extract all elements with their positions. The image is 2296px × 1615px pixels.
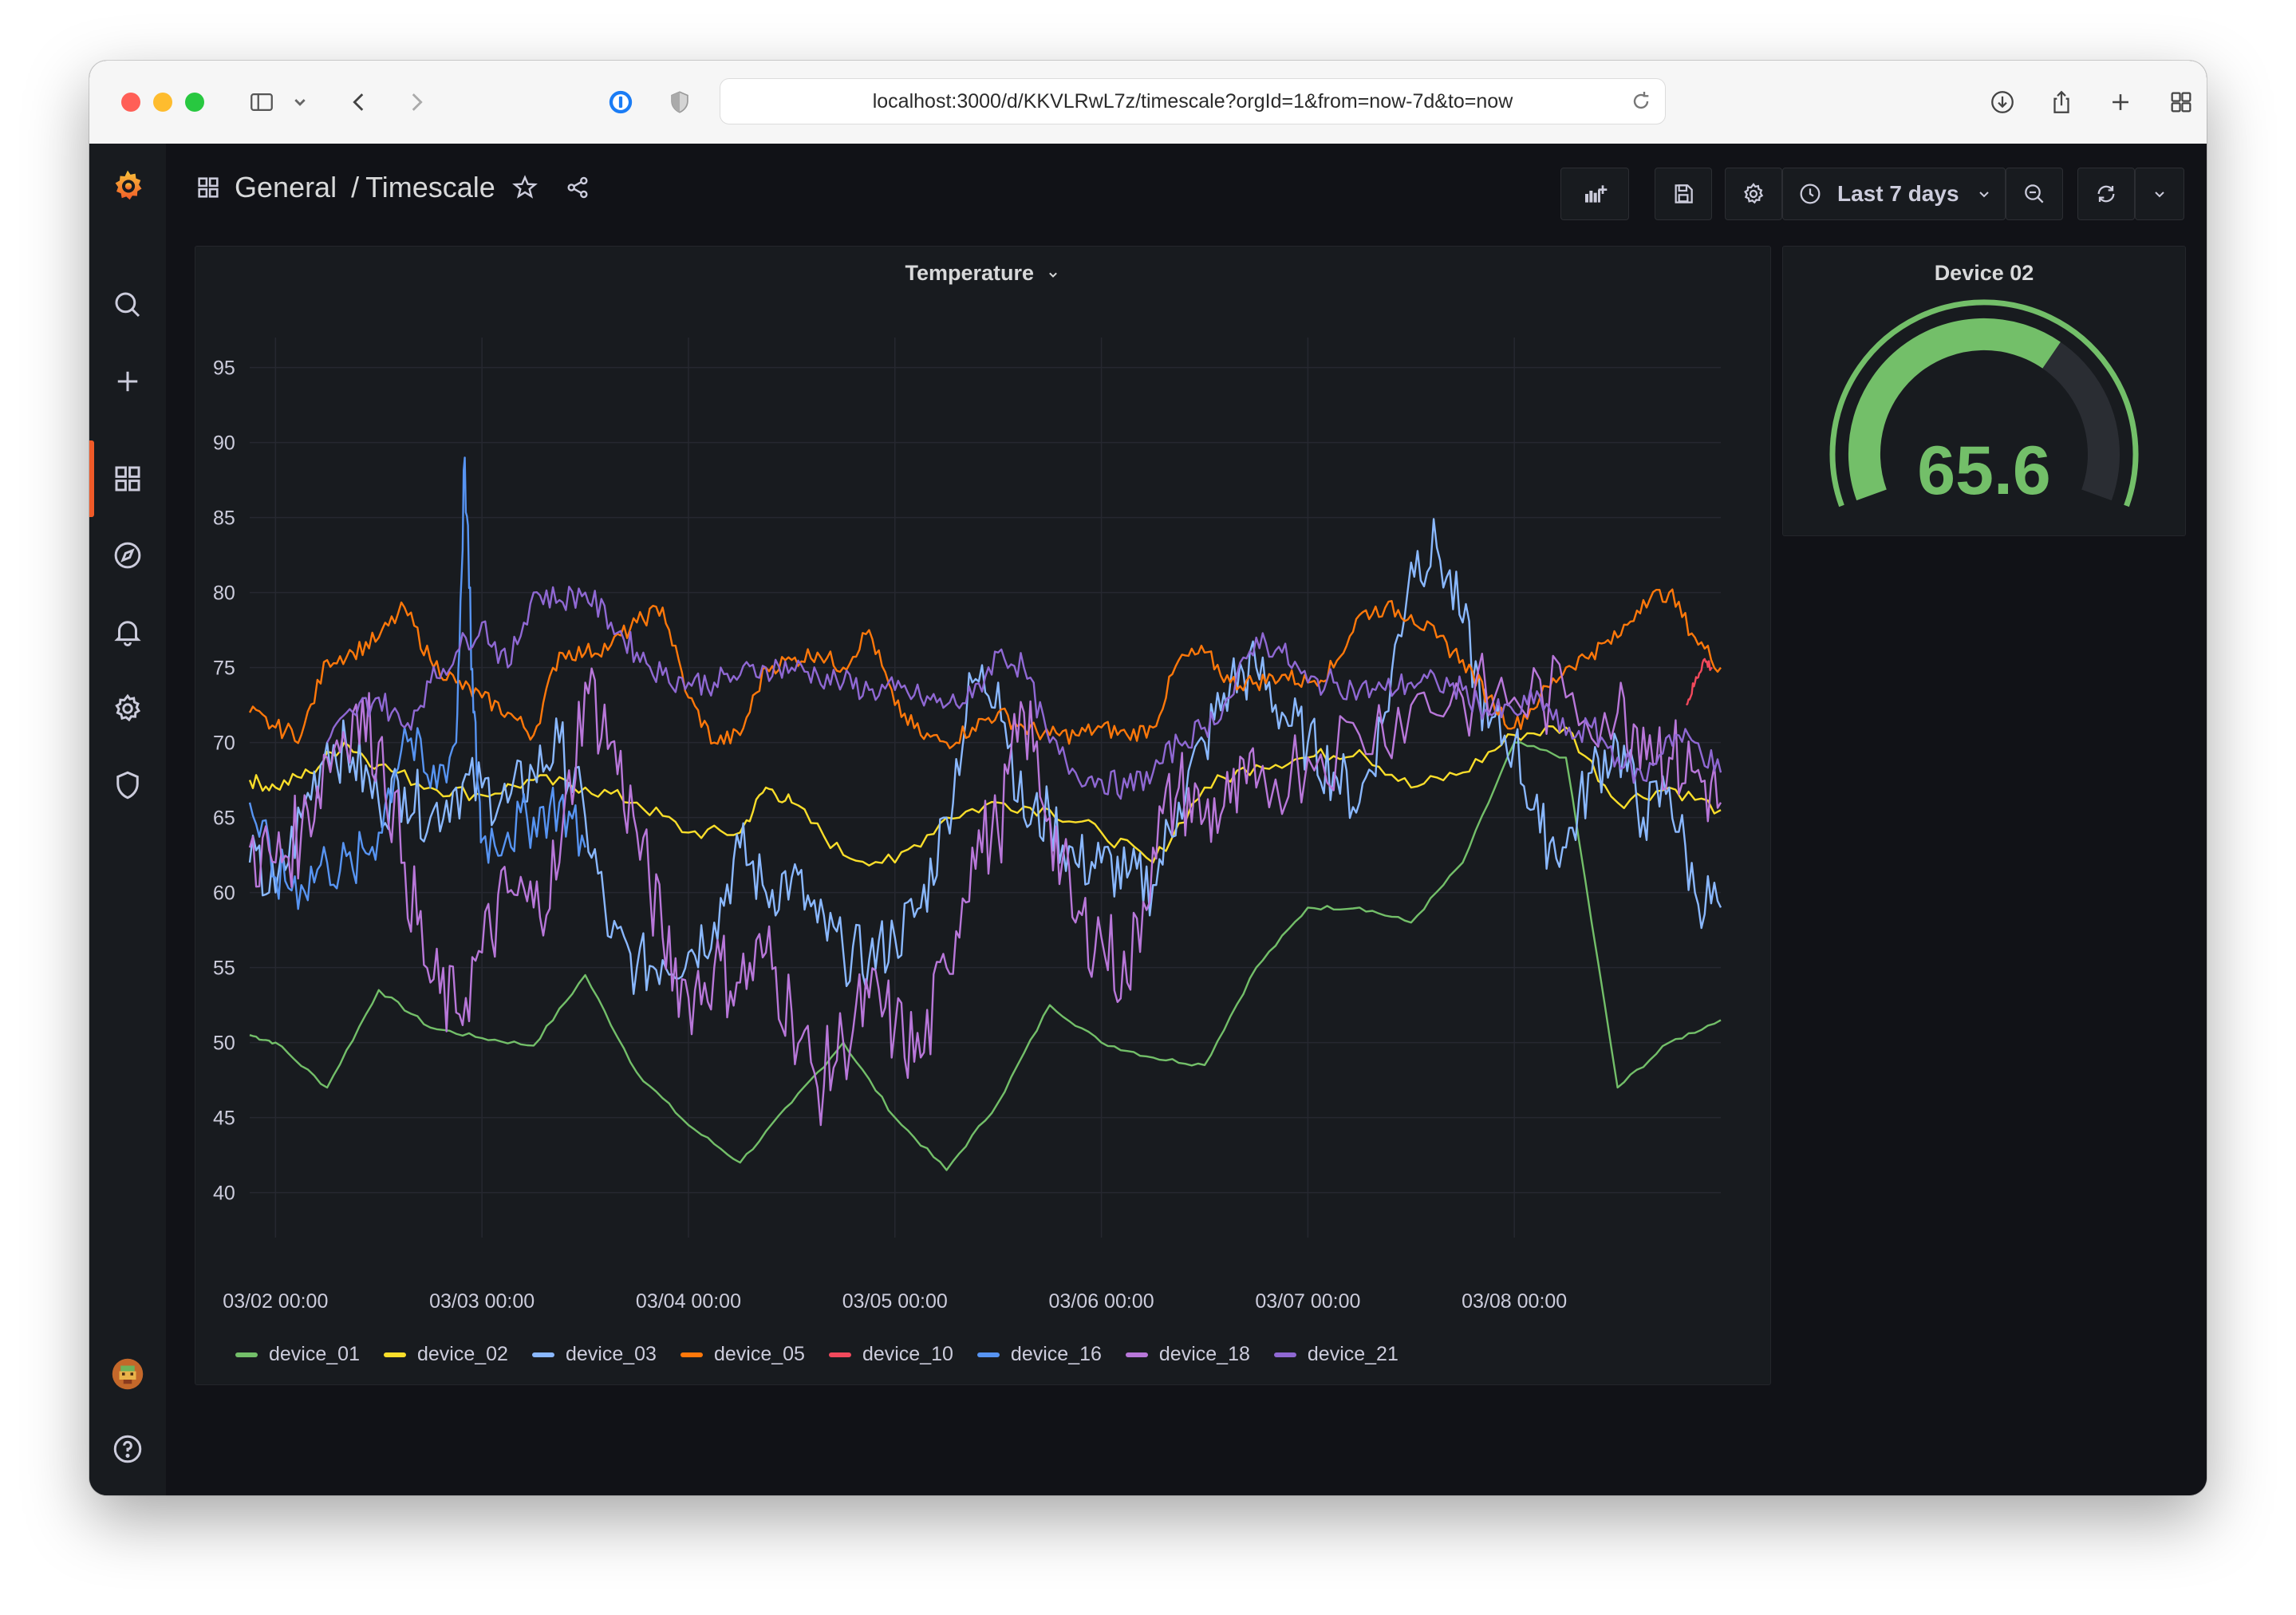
time-range-label: Last 7 days [1837,181,1959,206]
clock-icon [1800,184,1821,204]
zoom-out-button[interactable] [2006,168,2063,220]
legend-swatch [680,1352,703,1357]
y-tick-label: 65 [213,808,235,830]
breadcrumb-folder[interactable]: General [235,171,337,204]
temperature-panel: Temperature 40 45 50 55 60 65 70 75 80 85 90 95 03/0… [195,246,1771,1385]
y-tick-label: 85 [213,507,235,530]
save-dashboard-button[interactable] [1655,168,1712,220]
temperature-chart[interactable]: 40 45 50 55 60 65 70 75 80 85 90 95 03/02 00:00 03/03… [195,247,1770,1308]
legend-label: device_10 [862,1343,953,1365]
x-tick-label: 03/03 00:00 [429,1290,535,1308]
minimize-window-button[interactable] [153,93,172,112]
x-tick-label: 03/07 00:00 [1255,1290,1360,1308]
x-tick-label: 03/08 00:00 [1462,1290,1567,1308]
legend-item-device-10[interactable]: device_10 [828,1343,953,1366]
zoom-window-button[interactable] [185,93,204,112]
legend-label: device_03 [565,1343,657,1365]
legend-swatch [1125,1352,1148,1357]
legend-item-device-21[interactable]: device_21 [1273,1343,1399,1366]
x-tick-label: 03/04 00:00 [636,1290,741,1308]
y-tick-label: 70 [213,732,235,755]
time-picker-button[interactable]: Last 7 days [1782,168,2006,220]
legend-item-device-03[interactable]: device_03 [531,1343,657,1366]
share-icon[interactable] [564,174,591,201]
dashboard-grid-icon [198,177,219,198]
legend-item-device-05[interactable]: device_05 [680,1343,805,1366]
legend-swatch [235,1352,258,1357]
back-icon[interactable] [343,86,375,118]
breadcrumb-separator: / [351,171,360,203]
y-tick-label: 95 [213,357,235,380]
legend-item-device-18[interactable]: device_18 [1125,1343,1250,1366]
sidebar-toggle-icon[interactable] [246,86,278,118]
device-02-panel: Device 02 65.6 [1782,246,2186,536]
help-icon[interactable] [105,1427,150,1471]
legend-swatch [828,1352,851,1357]
star-icon[interactable] [511,174,538,201]
y-tick-label: 90 [213,432,235,455]
dashboard-title[interactable]: Timescale [365,171,495,204]
grafana-logo-icon[interactable] [105,163,150,207]
y-tick-label: 60 [213,883,235,905]
explore-icon[interactable] [105,533,150,578]
avatar[interactable] [105,1352,150,1396]
x-tick-label: 03/02 00:00 [223,1290,328,1308]
breadcrumb: General / Timescale [195,168,591,207]
legend-item-device-16[interactable]: device_16 [976,1343,1102,1366]
y-tick-label: 75 [213,657,235,680]
legend-label: device_21 [1307,1343,1399,1365]
legend-swatch [383,1352,406,1357]
x-tick-label: 03/05 00:00 [842,1290,948,1308]
legend-label: device_18 [1158,1343,1250,1365]
forward-icon[interactable] [400,86,432,118]
chart-legend: device_01 device_02 device_03 device_05 devi… [235,1343,1422,1366]
y-tick-label: 40 [213,1183,235,1205]
dashboard-settings-button[interactable] [1725,168,1782,220]
legend-swatch [531,1352,554,1357]
shield-icon[interactable] [105,763,150,808]
new-tab-icon[interactable] [2105,86,2136,118]
dashboard-area: General / Timescale Last 7 days Temperat… [166,144,2207,1495]
legend-item-device-01[interactable]: device_01 [235,1343,360,1366]
legend-swatch [1273,1352,1296,1357]
downloads-icon[interactable] [1986,86,2018,118]
gauge-value: 65.6 [1917,432,2051,509]
legend-label: device_01 [269,1343,360,1365]
legend-label: device_02 [416,1343,508,1365]
tab-overview-icon[interactable] [2165,86,2197,118]
legend-swatch [976,1352,1000,1357]
search-icon[interactable] [105,282,150,327]
browser-window: localhost:3000/d/KKVLRwL7z/timescale?org… [89,61,2207,1495]
url-text: localhost:3000/d/KKVLRwL7z/timescale?org… [872,89,1513,113]
legend-label: device_16 [1010,1343,1102,1365]
plus-icon[interactable] [105,359,150,404]
y-tick-label: 55 [213,958,235,980]
chevron-down-icon[interactable] [284,86,316,118]
close-window-button[interactable] [121,93,140,112]
dashboards-icon[interactable] [105,456,150,501]
refresh-button[interactable] [2077,168,2135,220]
y-tick-label: 50 [213,1033,235,1055]
series-line-device-02[interactable] [248,725,1722,867]
y-tick-label: 45 [213,1108,235,1130]
legend-label: device_05 [713,1343,805,1365]
password-manager-icon[interactable] [605,86,637,118]
grafana-sidebar [89,144,167,1495]
x-tick-label: 03/06 00:00 [1049,1290,1154,1308]
y-tick-label: 80 [213,582,235,605]
series-line-device-10[interactable] [1685,657,1713,706]
reload-icon[interactable] [1628,89,1654,114]
address-bar[interactable]: localhost:3000/d/KKVLRwL7z/timescale?org… [720,78,1666,124]
chevron-down-icon [1979,192,1989,198]
legend-item-device-02[interactable]: device_02 [383,1343,508,1366]
privacy-shield-icon[interactable] [664,86,696,118]
active-indicator [89,440,94,517]
browser-toolbar: localhost:3000/d/KKVLRwL7z/timescale?org… [89,61,2207,144]
alerting-icon[interactable] [105,610,150,654]
add-panel-button[interactable] [1560,168,1629,220]
settings-icon[interactable] [105,686,150,731]
refresh-interval-dropdown[interactable] [2135,168,2184,220]
share-icon[interactable] [2045,86,2077,118]
